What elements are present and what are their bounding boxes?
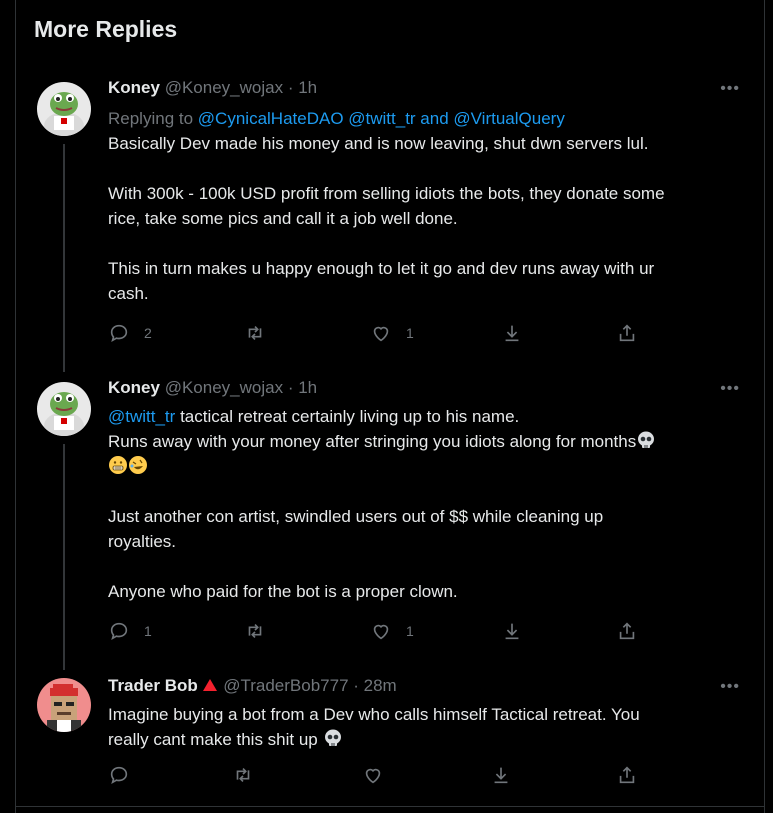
replying-prefix: Replying to (108, 109, 194, 128)
tweet-body: @twitt_tr tactical retreat certainly liv… (108, 404, 748, 604)
tweet-body: Imagine buying a bot from a Dev who call… (108, 702, 748, 752)
avatar[interactable] (37, 678, 91, 732)
like-button[interactable]: 1 (370, 620, 414, 642)
replies-panel: More Replies Koney @Koney_wojax · 1h •••… (15, 0, 765, 813)
tweet-line: cash. (108, 284, 149, 303)
share-button[interactable] (616, 764, 638, 786)
tweet-1[interactable]: Koney @Koney_wojax · 1h ••• Replying to … (16, 78, 764, 372)
tweet-2[interactable]: Koney @Koney_wojax · 1h ••• @twitt_tr ta… (16, 378, 764, 670)
bookmark-button[interactable] (501, 620, 523, 642)
like-button[interactable]: 1 (370, 322, 414, 344)
tweet-line: Basically Dev made his money and is now … (108, 134, 649, 153)
skull-emoji-icon (638, 431, 655, 448)
display-name[interactable]: Koney (108, 78, 160, 97)
skull-emoji-icon (324, 729, 341, 746)
display-name[interactable]: Koney (108, 378, 160, 397)
section-title: More Replies (34, 16, 178, 42)
retweet-button[interactable] (244, 620, 266, 642)
thread-line (63, 144, 65, 372)
avatar[interactable] (37, 82, 91, 136)
tweet-line: Just another con artist, swindled users … (108, 507, 604, 526)
avatar[interactable] (37, 382, 91, 436)
tweet-actions (108, 764, 668, 788)
more-options-icon[interactable]: ••• (720, 380, 740, 398)
download-arrow-icon (505, 325, 519, 342)
tweet-body: Replying to @CynicalHateDAO @twitt_tr an… (108, 106, 748, 306)
display-name[interactable]: Trader Bob (108, 676, 198, 695)
share-button[interactable] (616, 620, 638, 642)
handle[interactable]: @Koney_wojax (165, 78, 283, 97)
grimace-emoji-icon (109, 456, 127, 474)
tweet-line: This in turn makes u happy enough to let… (108, 259, 655, 278)
tweet-actions: 1 1 (108, 620, 668, 644)
bookmark-button[interactable] (501, 322, 523, 344)
retweet-button[interactable] (244, 322, 266, 344)
like-count: 1 (406, 623, 414, 639)
thread-line (63, 444, 65, 670)
retweet-icon (248, 325, 262, 341)
tweet-line: Imagine buying a bot from a Dev who call… (108, 705, 640, 724)
bottom-divider (16, 806, 764, 807)
tweet-line: Anyone who paid for the bot is a proper … (108, 582, 458, 601)
retweet-button[interactable] (232, 764, 254, 786)
bookmark-button[interactable] (490, 764, 512, 786)
handle[interactable]: @TraderBob777 (223, 676, 348, 695)
tweet-header: Koney @Koney_wojax · 1h (108, 78, 317, 98)
share-icon (619, 622, 635, 640)
replying-to-links[interactable]: @CynicalHateDAO @twitt_tr and @VirtualQu… (198, 109, 565, 128)
reply-button[interactable]: 1 (108, 620, 152, 642)
reply-icon (110, 622, 128, 641)
share-icon (619, 766, 635, 784)
tweet-line: tactical retreat certainly living up to … (180, 407, 520, 426)
tweet-line: really cant make this shit up (108, 730, 318, 749)
tweet-actions: 2 1 (108, 322, 668, 346)
reply-count: 2 (144, 325, 152, 341)
heart-icon (373, 326, 389, 342)
timestamp[interactable]: · 1h (288, 78, 317, 97)
share-button[interactable] (616, 322, 638, 344)
tweet-line: Runs away with your money after stringin… (108, 432, 637, 451)
like-count: 1 (406, 325, 414, 341)
download-arrow-icon (494, 767, 508, 784)
pixel-avatar-icon (37, 678, 91, 732)
download-arrow-icon (505, 623, 519, 640)
more-options-icon[interactable]: ••• (720, 80, 740, 98)
reply-button[interactable]: 2 (108, 322, 152, 344)
timestamp[interactable]: · 1h (288, 378, 317, 397)
tweet-3[interactable]: Trader Bob @TraderBob777 · 28m ••• Imagi… (16, 676, 764, 796)
share-icon (619, 324, 635, 342)
rofl-emoji-icon (129, 456, 147, 474)
more-options-icon[interactable]: ••• (720, 678, 740, 696)
handle[interactable]: @Koney_wojax (165, 378, 283, 397)
frog-avatar-icon (37, 82, 91, 136)
tweet-line: With 300k - 100k USD profit from selling… (108, 184, 665, 203)
reply-icon (110, 766, 128, 785)
mention-link[interactable]: @twitt_tr (108, 407, 175, 426)
red-triangle-icon (203, 679, 218, 691)
reply-button[interactable] (108, 764, 130, 786)
frog-avatar-icon (37, 382, 91, 436)
tweet-header: Koney @Koney_wojax · 1h (108, 378, 317, 398)
heart-icon (373, 624, 389, 640)
like-button[interactable] (362, 764, 384, 786)
reply-count: 1 (144, 623, 152, 639)
retweet-icon (248, 623, 262, 639)
reply-icon (110, 324, 128, 343)
timestamp[interactable]: · 28m (353, 676, 396, 695)
heart-icon (365, 768, 381, 784)
tweet-line: rice, take some pics and call it a job w… (108, 209, 458, 228)
tweet-line: royalties. (108, 532, 177, 551)
tweet-header: Trader Bob @TraderBob777 · 28m (108, 676, 397, 696)
retweet-icon (236, 767, 250, 783)
